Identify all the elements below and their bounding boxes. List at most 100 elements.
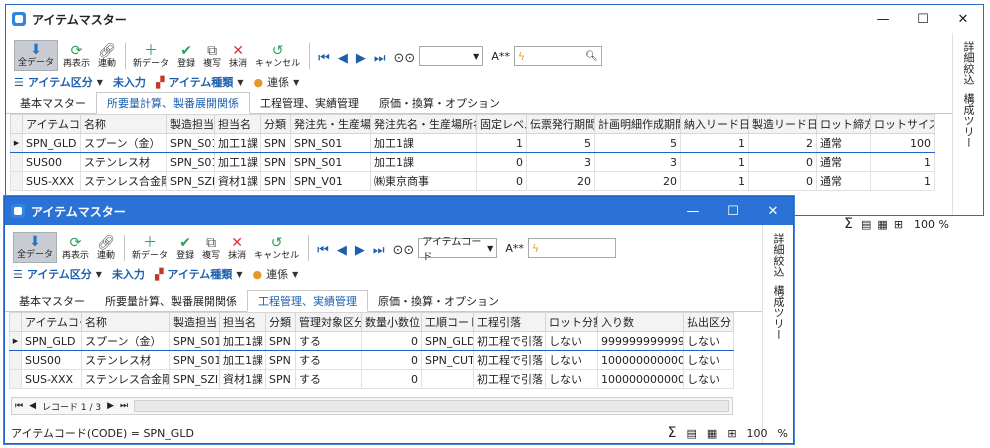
last-record-icon[interactable]: ⏭ <box>374 51 386 66</box>
prev-record-icon[interactable]: ◀ <box>338 51 348 66</box>
table-cell[interactable]: 加工1課 <box>219 350 266 370</box>
table-cell[interactable]: SPN_S01 <box>169 350 220 370</box>
table-cell[interactable]: SPN <box>265 369 296 389</box>
column-header[interactable]: 製造担当 <box>169 312 220 332</box>
table-cell[interactable]: 加工1課 <box>214 133 261 153</box>
table-cell[interactable]: 通常 <box>816 171 871 191</box>
table-cell[interactable]: 資材1課 <box>214 171 261 191</box>
table-cell[interactable]: SUS-XXX <box>21 369 82 389</box>
table-cell[interactable]: SPN_GLD <box>421 331 474 351</box>
table-cell[interactable]: SPN_S01 <box>169 331 220 351</box>
table-cell[interactable]: 資材1課 <box>219 369 266 389</box>
column-header[interactable]: 伝票発行期間 <box>526 114 595 134</box>
table-row[interactable]: ▶ SPN_GLD スプーン（金） SPN_S01 加工1課 SPN SPN_S01 加工1課… <box>10 133 935 153</box>
table-cell[interactable]: 999999999999 <box>597 331 684 351</box>
row-indicator[interactable] <box>9 350 22 370</box>
table-cell[interactable]: 0 <box>748 171 817 191</box>
sum-icon[interactable]: Σ <box>844 216 853 232</box>
register-button[interactable]: ✔ 登録 <box>174 42 198 71</box>
column-header[interactable]: 名称 <box>80 114 167 134</box>
search-input[interactable]: ϟ <box>527 238 616 258</box>
grid-view-icon[interactable]: ⊞ <box>894 218 903 231</box>
table-cell[interactable]: しない <box>545 350 598 370</box>
item-type-filter[interactable]: ▞ アイテム種類 ▼ <box>155 266 243 282</box>
table-cell[interactable]: 0 <box>361 331 422 351</box>
tab-requirements[interactable]: 所要量計算、製番展開関係 <box>95 291 247 311</box>
maximize-button[interactable]: ☐ <box>903 5 943 33</box>
tab-basic[interactable]: 基本マスター <box>10 93 96 113</box>
table-cell[interactable]: ステンレス材 <box>80 152 167 172</box>
tab-process[interactable]: 工程管理、実績管理 <box>247 290 368 312</box>
table-cell[interactable]: スプーン（金） <box>81 331 170 351</box>
unentered-filter[interactable]: 未入力 <box>112 266 145 282</box>
table-cell[interactable]: ステンレス合金剛板 <box>80 171 167 191</box>
search-input[interactable]: ϟ 🔍︎ <box>513 46 602 66</box>
table-cell[interactable]: 3 <box>594 152 681 172</box>
table-cell[interactable]: 0 <box>361 369 422 389</box>
table-cell[interactable]: 1 <box>680 133 749 153</box>
register-button[interactable]: ✔ 登録 <box>173 234 197 263</box>
row-indicator[interactable]: ▶ <box>9 331 22 351</box>
table-cell[interactable]: する <box>295 350 362 370</box>
table-cell[interactable]: 加工1課 <box>370 152 477 172</box>
table-cell[interactable]: 1 <box>680 152 749 172</box>
redisplay-button[interactable]: ⟳ 再表示 <box>59 234 92 263</box>
table-cell[interactable]: ㈱東京商事 <box>370 171 477 191</box>
table-cell[interactable]: SPN_GLD <box>21 331 82 351</box>
tab-basic[interactable]: 基本マスター <box>9 291 95 311</box>
table-cell[interactable]: SPN_GLD <box>22 133 81 153</box>
table-cell[interactable]: SPN <box>260 171 291 191</box>
table-cell[interactable]: SPN <box>265 350 296 370</box>
row-indicator[interactable] <box>9 369 22 389</box>
table-cell[interactable]: しない <box>683 350 734 370</box>
binoculars-icon[interactable]: ⊙⊙ <box>393 243 415 258</box>
table-cell[interactable]: 初工程で引落 <box>473 350 546 370</box>
close-button[interactable]: ✕ <box>943 5 983 33</box>
table-cell[interactable]: する <box>295 331 362 351</box>
first-record-icon[interactable]: ⏮ <box>318 51 330 66</box>
related-filter[interactable]: ● 連係 ▼ <box>252 266 298 282</box>
table-cell[interactable]: SPN <box>265 331 296 351</box>
column-header[interactable]: ロット分割 <box>545 312 598 332</box>
table-row[interactable]: SUS-XXXステンレス合金剛板SPN_SZI資材1課SPNSPN_V01㈱東京… <box>10 171 935 191</box>
table-cell[interactable]: SPN_S01 <box>290 133 371 153</box>
table-cell[interactable]: SPN_S01 <box>166 133 215 153</box>
column-header[interactable]: 製造担当 <box>166 114 215 134</box>
table-row[interactable]: ▶ SPN_GLD スプーン（金） SPN_S01 加工1課 SPN する 0 SPN_GLD 初… <box>9 331 734 351</box>
next-record-icon[interactable]: ▶ <box>356 51 366 66</box>
column-header[interactable]: ロット締方法 <box>816 114 871 134</box>
related-filter[interactable]: ● 連係 ▼ <box>253 74 299 90</box>
table-cell[interactable]: SPN_S01 <box>290 152 371 172</box>
table-cell[interactable]: 1 <box>476 133 527 153</box>
grid-view-icon[interactable]: ⊞ <box>727 427 736 440</box>
maximize-button[interactable]: ☐ <box>713 197 753 225</box>
table-cell[interactable]: しない <box>545 369 598 389</box>
row-indicator[interactable] <box>10 171 23 191</box>
tab-cost[interactable]: 原価・換算・オプション <box>369 93 510 113</box>
row-indicator[interactable] <box>10 152 23 172</box>
link-button[interactable]: 🔗︎ 連動 <box>95 42 119 71</box>
last-record-icon[interactable]: ⏭ <box>373 243 385 258</box>
table-cell[interactable]: SPN_S01 <box>166 152 215 172</box>
delete-button[interactable]: ✕ 抹消 <box>225 234 249 263</box>
list-view-icon[interactable]: ▦ <box>707 427 717 440</box>
next-record-icon[interactable]: ▶ <box>355 243 365 258</box>
column-header[interactable]: アイテムコード <box>22 114 81 134</box>
all-data-button[interactable]: ⬇ 全データ <box>14 40 59 71</box>
close-button[interactable]: ✕ <box>753 197 793 225</box>
table-cell[interactable]: 通常 <box>816 152 871 172</box>
column-header[interactable]: 払出区分 <box>683 312 734 332</box>
copy-button[interactable]: ⧉ 複写 <box>199 234 223 263</box>
pager-prev-icon[interactable]: ◀ <box>29 401 36 411</box>
minimize-button[interactable]: — <box>863 5 903 33</box>
new-data-button[interactable]: ＋新データ <box>130 42 172 71</box>
table-cell[interactable]: SPN_SZI <box>166 171 215 191</box>
tab-process[interactable]: 工程管理、実績管理 <box>250 93 369 113</box>
table-cell[interactable] <box>421 369 474 389</box>
table-cell[interactable]: SPN_V01 <box>290 171 371 191</box>
column-header[interactable]: 管理対象区分 <box>295 312 362 332</box>
minimize-button[interactable]: — <box>673 197 713 225</box>
table-cell[interactable]: SUS-XXX <box>22 171 81 191</box>
pager-next-icon[interactable]: ▶ <box>107 401 114 411</box>
detail-filter-tab[interactable]: 詳細絞込 <box>770 233 786 277</box>
